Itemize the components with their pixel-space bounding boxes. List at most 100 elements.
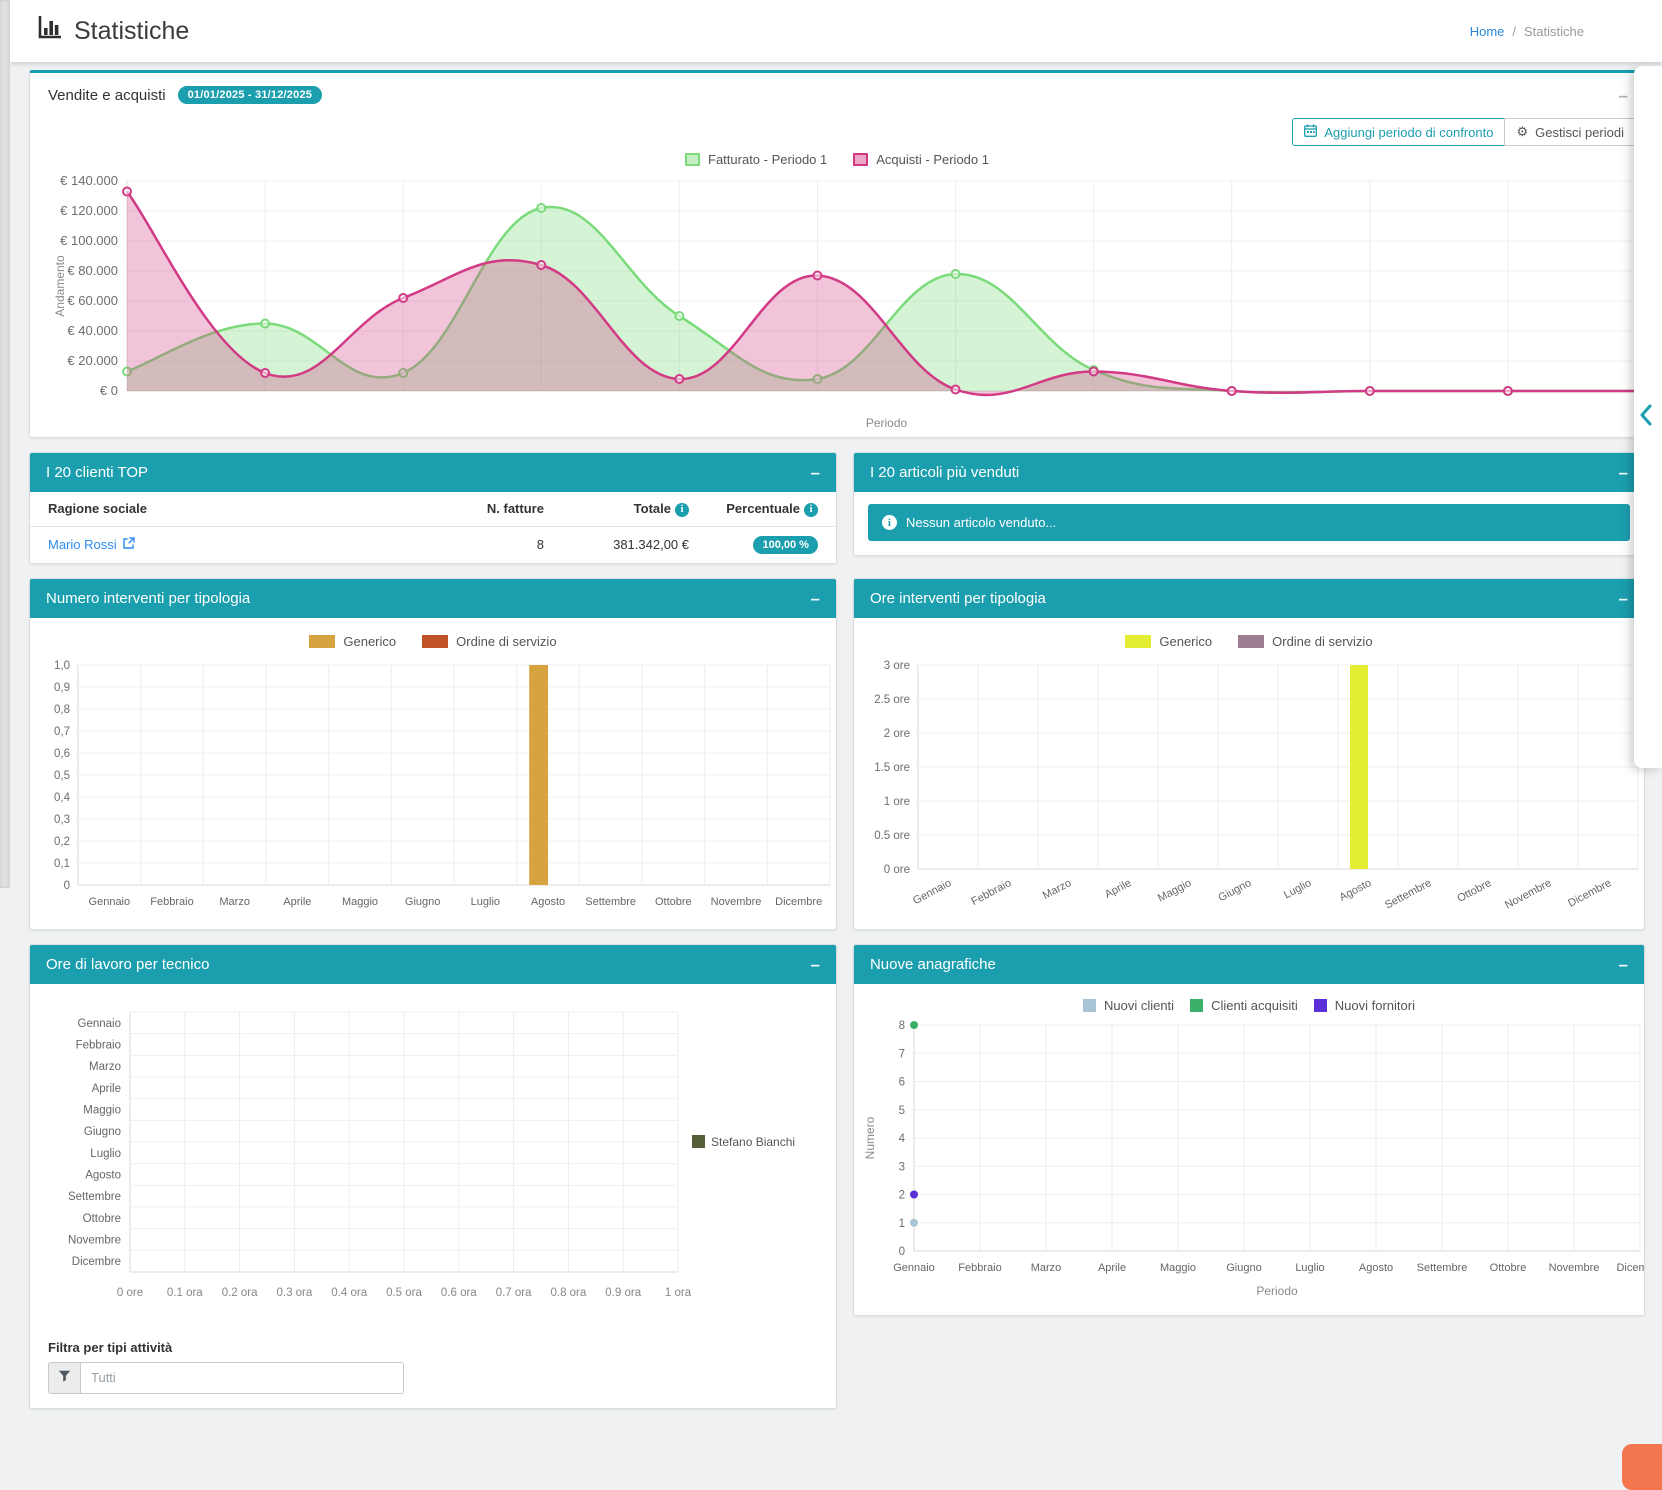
col-totale: Totalei <box>562 492 707 526</box>
svg-text:0.5 ore: 0.5 ore <box>874 830 910 842</box>
add-period-label: Aggiungi periodo di confronto <box>1324 125 1493 140</box>
add-comparison-period-button[interactable]: Aggiungi periodo di confronto <box>1292 118 1505 146</box>
legend-label: Generico <box>1159 634 1212 649</box>
info-icon: i <box>882 515 897 530</box>
svg-text:€ 20.000: € 20.000 <box>67 353 118 368</box>
legend-item[interactable]: Generico <box>1125 634 1212 649</box>
floating-action-button[interactable] <box>1622 1444 1662 1490</box>
col-percentuale: Percentualei <box>707 492 836 526</box>
table-row: Mario Rossi 8 381.342,00 € 100,00 % <box>30 526 836 563</box>
legend-swatch <box>1190 999 1203 1012</box>
breadcrumb-home-link[interactable]: Home <box>1470 24 1505 39</box>
legend-label: Ordine di servizio <box>456 634 556 649</box>
empty-articles-text: Nessun articolo venduto... <box>906 515 1056 530</box>
panel-clienti-title: I 20 clienti TOP <box>46 464 148 481</box>
svg-text:Novembre: Novembre <box>711 896 762 908</box>
svg-text:0,3: 0,3 <box>54 814 70 826</box>
svg-text:0,2: 0,2 <box>54 836 70 848</box>
svg-text:Periodo: Periodo <box>866 416 908 430</box>
legend-label: Clienti acquisiti <box>1211 998 1298 1013</box>
chevron-left-icon[interactable] <box>1639 403 1653 432</box>
legend-swatch <box>692 1135 705 1148</box>
panel-vendite-acquisti: Vendite e acquisti 01/01/2025 - 31/12/20… <box>29 70 1645 438</box>
legend-item[interactable]: Acquisti - Periodo 1 <box>853 152 989 167</box>
svg-text:Settembre: Settembre <box>585 896 636 908</box>
legend-swatch <box>1083 999 1096 1012</box>
panel-ore-interventi: Ore interventi per tipologia – GenericoO… <box>853 578 1645 930</box>
empty-articles-alert: i Nessun articolo venduto... <box>868 504 1630 541</box>
filter-addon <box>48 1362 80 1394</box>
info-icon[interactable]: i <box>675 503 689 517</box>
collapsed-sidebar-edge <box>0 0 10 888</box>
collapse-icon[interactable]: – <box>1619 590 1628 607</box>
svg-text:Agosto: Agosto <box>1337 877 1373 904</box>
svg-text:2 ore: 2 ore <box>884 728 910 740</box>
svg-text:Gennaio: Gennaio <box>893 1262 935 1274</box>
svg-text:1.5 ore: 1.5 ore <box>874 762 910 774</box>
funnel-icon <box>58 1369 71 1387</box>
collapse-icon[interactable]: – <box>1619 956 1628 973</box>
svg-text:€ 100.000: € 100.000 <box>60 233 118 248</box>
col-ragione-sociale: Ragione sociale <box>30 492 449 526</box>
svg-text:Luglio: Luglio <box>90 1147 121 1159</box>
collapse-icon[interactable]: – <box>810 590 819 607</box>
svg-text:€ 40.000: € 40.000 <box>67 323 118 338</box>
svg-text:Aprile: Aprile <box>1103 877 1133 901</box>
activity-filter-input[interactable] <box>80 1362 404 1394</box>
numero-chart-legend: Generico Ordine di servizio <box>30 634 836 649</box>
svg-text:0.6 ora: 0.6 ora <box>441 1287 477 1299</box>
external-link-icon <box>123 537 135 552</box>
panel-vendite-title: Vendite e acquisti <box>48 87 166 104</box>
svg-text:0,7: 0,7 <box>54 726 70 738</box>
svg-text:0.3 ora: 0.3 ora <box>276 1287 312 1299</box>
svg-text:0.8 ora: 0.8 ora <box>550 1287 586 1299</box>
collapse-icon[interactable]: – <box>810 464 819 481</box>
legend-swatch <box>685 153 700 166</box>
comparison-drawer-collapsed[interactable] <box>1634 66 1662 768</box>
svg-text:Numero: Numero <box>863 1116 877 1159</box>
svg-text:Ottobre: Ottobre <box>655 896 692 908</box>
info-icon[interactable]: i <box>804 503 818 517</box>
customer-link[interactable]: Mario Rossi <box>48 537 135 552</box>
panel-numero-interventi: Numero interventi per tipologia – Generi… <box>29 578 837 930</box>
svg-text:0.4 ora: 0.4 ora <box>331 1287 367 1299</box>
svg-text:Dicembre: Dicembre <box>775 896 822 908</box>
svg-text:Gennaio: Gennaio <box>89 896 131 908</box>
svg-text:0: 0 <box>899 1246 905 1258</box>
legend-item[interactable]: Ordine di servizio <box>1238 634 1372 649</box>
legend-item[interactable]: Clienti acquisiti <box>1190 998 1298 1013</box>
legend-item[interactable]: Ordine di servizio <box>422 634 556 649</box>
svg-text:€ 60.000: € 60.000 <box>67 293 118 308</box>
svg-text:1 ore: 1 ore <box>884 796 910 808</box>
svg-text:€ 120.000: € 120.000 <box>60 203 118 218</box>
legend-item[interactable]: Generico <box>309 634 396 649</box>
svg-text:Marzo: Marzo <box>1031 1262 1062 1274</box>
svg-text:0 ore: 0 ore <box>884 864 910 876</box>
legend-swatch <box>309 635 335 648</box>
svg-text:1,0: 1,0 <box>54 660 70 672</box>
calendar-icon <box>1304 124 1317 140</box>
svg-text:Marzo: Marzo <box>219 896 250 908</box>
breadcrumb-separator: / <box>1512 24 1516 39</box>
svg-text:Settembre: Settembre <box>1417 1262 1468 1274</box>
svg-text:Agosto: Agosto <box>531 896 565 908</box>
svg-text:Andamento: Andamento <box>53 255 67 317</box>
ore-tecnico-chart: 0 ore0.1 ora0.2 ora0.3 ora0.4 ora0.5 ora… <box>30 996 837 1330</box>
cell-n-fatture: 8 <box>449 526 562 563</box>
bar-chart-icon <box>36 15 63 48</box>
collapse-icon[interactable]: – <box>1619 87 1628 104</box>
collapse-icon[interactable]: – <box>1619 464 1628 481</box>
legend-item[interactable]: Nuovi fornitori <box>1314 998 1415 1013</box>
svg-text:Ottobre: Ottobre <box>83 1212 121 1224</box>
legend-item[interactable]: Nuovi clienti <box>1083 998 1174 1013</box>
col-n-fatture: N. fatture <box>449 492 562 526</box>
collapse-icon[interactable]: – <box>810 956 819 973</box>
clienti-top-table: Ragione sociale N. fatture Totalei Perce… <box>30 492 836 563</box>
svg-text:8: 8 <box>899 1020 905 1032</box>
svg-text:Maggio: Maggio <box>1160 1262 1196 1274</box>
legend-item[interactable]: Fatturato - Periodo 1 <box>685 152 827 167</box>
svg-text:Maggio: Maggio <box>342 896 378 908</box>
svg-text:0,5: 0,5 <box>54 770 70 782</box>
manage-periods-button[interactable]: ⚙ Gestisci periodi <box>1504 118 1636 146</box>
activity-filter-group <box>48 1362 404 1394</box>
